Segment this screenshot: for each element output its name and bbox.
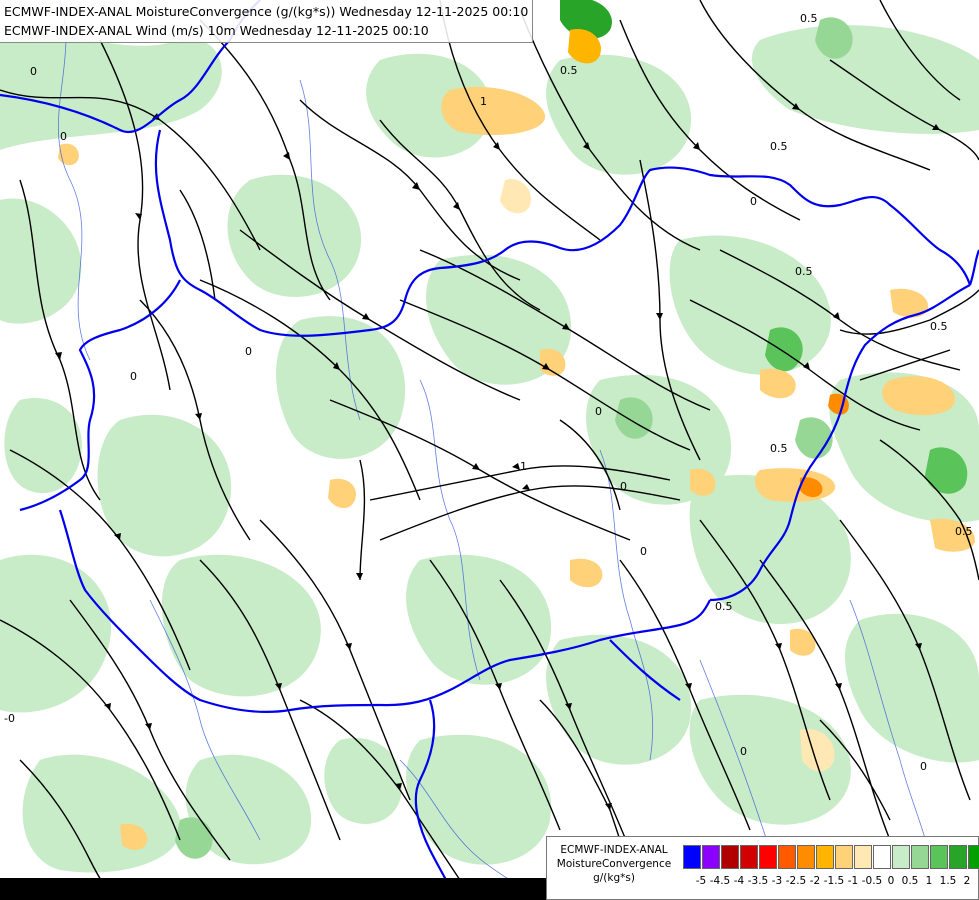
contour-label: 0 xyxy=(750,195,757,208)
contour-label: 0 xyxy=(595,405,602,418)
legend-tick-label: 0.5 xyxy=(901,875,919,887)
map-bottom-edge xyxy=(0,878,546,900)
map-title-box: ECMWF-INDEX-ANAL MoistureConvergence (g/… xyxy=(0,0,534,43)
legend-swatch xyxy=(930,845,948,869)
legend-label: ECMWF-INDEX-ANAL MoistureConvergence g/(… xyxy=(549,843,679,885)
legend-swatch xyxy=(721,845,739,869)
contour-label: 0 xyxy=(920,760,927,773)
legend-tick-label: -2.5 xyxy=(785,875,807,887)
legend-tick-label: -1.5 xyxy=(823,875,845,887)
contour-label: -0 xyxy=(4,712,15,725)
legend-tick-label: 2 xyxy=(963,875,971,887)
legend-swatch xyxy=(892,845,910,869)
contour-label: 0.5 xyxy=(800,12,818,25)
contour-label: 0.5 xyxy=(795,265,813,278)
contour-label: 0 xyxy=(640,545,647,558)
legend-swatch xyxy=(702,845,720,869)
legend-tick-label: -0.5 xyxy=(861,875,883,887)
legend-label-units: g/(kg*s) xyxy=(593,872,635,884)
contour-label: 0.5 xyxy=(560,64,578,77)
legend-label-variable: MoistureConvergence xyxy=(556,858,672,870)
contour-label: 0.5 xyxy=(930,320,948,333)
color-legend: ECMWF-INDEX-ANAL MoistureConvergence g/(… xyxy=(546,836,979,900)
legend-tick-label: -3 xyxy=(771,875,783,887)
legend-swatch xyxy=(835,845,853,869)
legend-swatch xyxy=(854,845,872,869)
contour-label: 1 xyxy=(480,95,487,108)
legend-tick-label: 1 xyxy=(925,875,933,887)
contour-label: 0 xyxy=(130,370,137,383)
legend-tick-label: 1.5 xyxy=(939,875,957,887)
legend-ticks: -5 -4.5 -4 -3.5 -3 -2.5 -2 -1.5 -1 -0.5 0 0.5 1 1.5 2 xyxy=(683,875,979,891)
legend-tick-label: -4.5 xyxy=(709,875,731,887)
legend-swatch xyxy=(816,845,834,869)
contour-label: 1 xyxy=(520,460,527,473)
legend-tick-label: -3.5 xyxy=(747,875,769,887)
map-title-moisture: ECMWF-INDEX-ANAL MoistureConvergence (g/… xyxy=(4,4,529,19)
map-canvas[interactable]: 0 0 0 0 0 0 0 0 0 0 0.5 0.5 0.5 0.5 0.5 … xyxy=(0,0,979,900)
contour-label: 0 xyxy=(740,745,747,758)
contour-label: 0 xyxy=(60,130,67,143)
contour-label: 0.5 xyxy=(715,600,733,613)
contour-label: 0.5 xyxy=(955,525,973,538)
legend-label-model: ECMWF-INDEX-ANAL xyxy=(560,844,668,856)
legend-swatch xyxy=(778,845,796,869)
legend-tick-label: -2 xyxy=(809,875,821,887)
contour-label: 0.5 xyxy=(770,442,788,455)
legend-swatch xyxy=(797,845,815,869)
map-title-wind: ECMWF-INDEX-ANAL Wind (m/s) 10m Wednesda… xyxy=(4,23,429,38)
legend-swatch xyxy=(968,845,979,869)
legend-tick-label: -4 xyxy=(733,875,745,887)
legend-swatch xyxy=(740,845,758,869)
legend-tick-label: -5 xyxy=(695,875,707,887)
contour-label: 0.5 xyxy=(770,140,788,153)
legend-swatch xyxy=(873,845,891,869)
legend-color-bar xyxy=(683,845,979,869)
legend-swatch xyxy=(683,845,701,869)
legend-tick-label: -1 xyxy=(847,875,859,887)
legend-swatch xyxy=(759,845,777,869)
legend-swatch xyxy=(949,845,967,869)
contour-label: 0 xyxy=(30,65,37,78)
contour-label: 0 xyxy=(620,480,627,493)
contour-label: 0 xyxy=(245,345,252,358)
legend-tick-label: 0 xyxy=(887,875,895,887)
legend-swatch xyxy=(911,845,929,869)
